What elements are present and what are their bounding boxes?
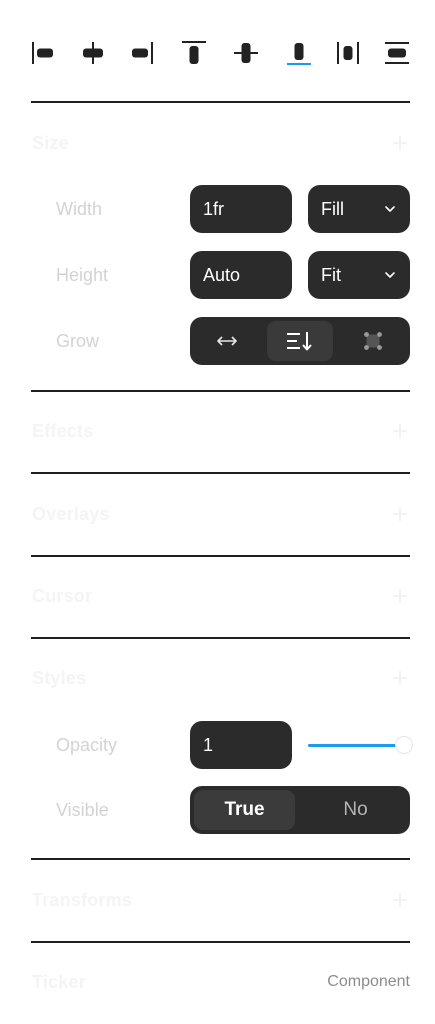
add-transforms-plus-icon[interactable] [392,892,408,908]
divider [31,637,410,639]
section-title-overlays[interactable]: Overlays [32,504,110,524]
width-label: Width [56,199,103,219]
align-top-icon[interactable] [179,38,209,68]
divider [31,472,410,474]
add-size-plus-icon[interactable] [392,135,408,151]
align-vertical-center-icon[interactable] [231,38,261,68]
add-cursor-plus-icon[interactable] [392,588,408,604]
distribute-horizontal-icon[interactable] [333,38,363,68]
grow-option-horizontal[interactable] [194,321,260,361]
height-value: Auto [203,264,241,285]
align-horizontal-center-icon[interactable] [78,38,108,68]
divider [31,101,410,103]
add-effects-plus-icon[interactable] [392,423,408,439]
stack-down-icon [287,332,312,351]
height-input[interactable]: Auto [190,251,292,299]
grow-option-fixed[interactable] [340,321,406,361]
grow-label: Grow [56,331,100,351]
opacity-value: 1 [203,734,214,755]
width-input[interactable]: 1fr [190,185,292,233]
chevron-down-icon [382,201,398,217]
section-title-effects[interactable]: Effects [32,421,93,441]
section-title-ticker[interactable]: Ticker [32,972,86,992]
add-overlays-plus-icon[interactable] [392,506,408,522]
section-title-transforms[interactable]: Transforms [32,890,132,910]
grow-option-stack[interactable] [267,321,333,361]
width-mode-select[interactable]: Fill [308,185,410,233]
align-bottom-icon[interactable] [284,38,314,68]
alignment-toolbar [28,38,414,68]
chevron-down-icon [382,267,398,283]
slider-thumb[interactable] [396,737,412,753]
section-title-cursor[interactable]: Cursor [32,586,92,606]
visible-option-no[interactable]: No [305,790,406,830]
section-title-styles[interactable]: Styles [32,668,86,688]
height-mode-select[interactable]: Fit [308,251,410,299]
fixed-corners-icon [364,332,382,350]
divider [31,858,410,860]
height-mode-value: Fit [321,264,341,285]
visible-option-true[interactable]: True [194,790,295,830]
horizontal-arrows-icon [217,336,237,346]
visible-label: Visible [56,800,109,820]
align-right-icon[interactable] [127,38,157,68]
opacity-label: Opacity [56,735,118,755]
distribute-vertical-icon[interactable] [382,38,412,68]
width-mode-value: Fill [321,198,344,219]
visible-segmented-control: True No [190,786,410,834]
height-label: Height [56,265,109,285]
divider [31,941,410,943]
section-title-size[interactable]: Size [32,133,69,153]
divider [31,555,410,557]
grow-segmented-control [190,317,410,365]
add-styles-plus-icon[interactable] [392,670,408,686]
divider [31,390,410,392]
opacity-slider[interactable] [308,733,412,757]
slider-fill [308,744,404,747]
width-value: 1fr [203,198,225,219]
component-tag: Component [327,973,410,990]
opacity-input[interactable]: 1 [190,721,292,769]
align-left-icon[interactable] [28,38,58,68]
